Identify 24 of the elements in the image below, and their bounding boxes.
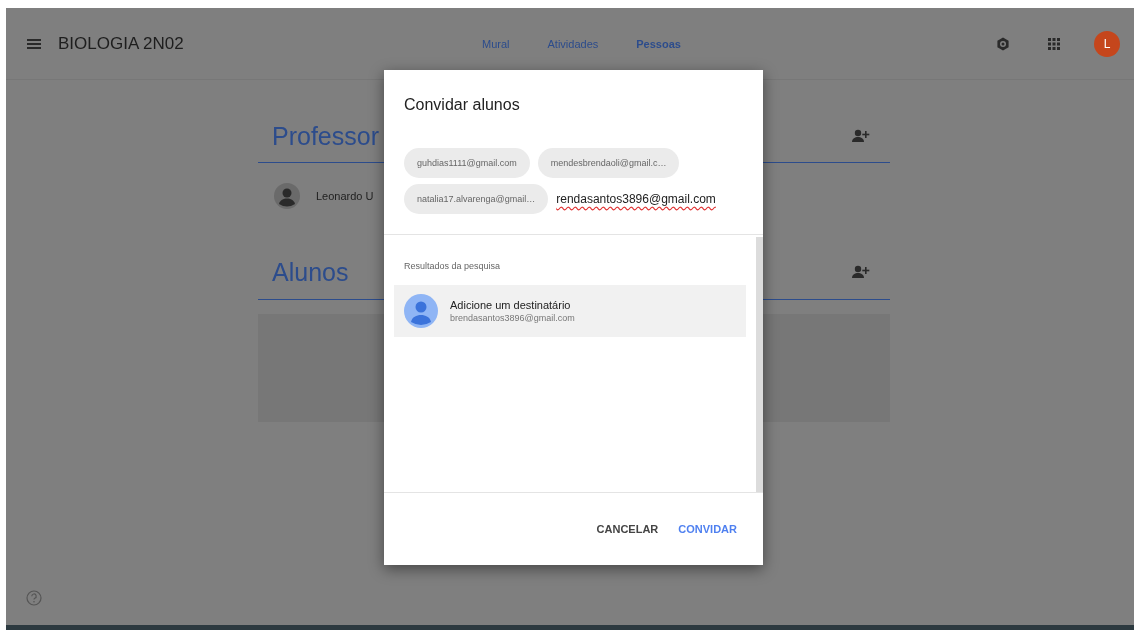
scrollbar[interactable]	[756, 237, 763, 492]
recipient-chip[interactable]: mendesbrendaoli@gmail.c…	[537, 148, 680, 178]
result-item[interactable]: Adicione um destinatário brendasantos3896@gmail.com	[394, 285, 746, 337]
person-name: Leonardo U	[316, 190, 374, 202]
dialog-title: Convidar alunos	[403, 95, 521, 115]
add-person-icon[interactable]	[852, 265, 870, 279]
person-avatar-icon	[274, 183, 300, 209]
person-avatar-icon	[404, 294, 438, 328]
user-avatar[interactable]: L	[1094, 30, 1120, 57]
result-title: Adicione um destinatário	[450, 299, 572, 311]
email-input-field[interactable]: rendasantos3896@gmail.com	[556, 192, 716, 206]
dialog-button[interactable]: CONVIDAR	[670, 515, 745, 543]
class-title: BIOLOGIA 2N02	[58, 33, 184, 54]
apps-grid-icon[interactable]	[1048, 37, 1060, 50]
recipient-chip[interactable]: guhdias1111@gmail.com	[404, 148, 530, 178]
settings-icon[interactable]	[996, 36, 1010, 51]
dialog-button[interactable]: CANCELAR	[588, 515, 667, 543]
results-label: Resultados da pesquisa	[403, 261, 502, 271]
add-person-icon[interactable]	[852, 129, 870, 143]
section-heading: Alunos	[272, 257, 349, 287]
result-email: brendasantos3896@gmail.com	[450, 313, 575, 323]
recipient-chip[interactable]: natalia17.alvarenga@gmail…	[404, 184, 549, 214]
menu-icon[interactable]	[27, 38, 41, 49]
section-heading: Professor	[272, 121, 379, 151]
